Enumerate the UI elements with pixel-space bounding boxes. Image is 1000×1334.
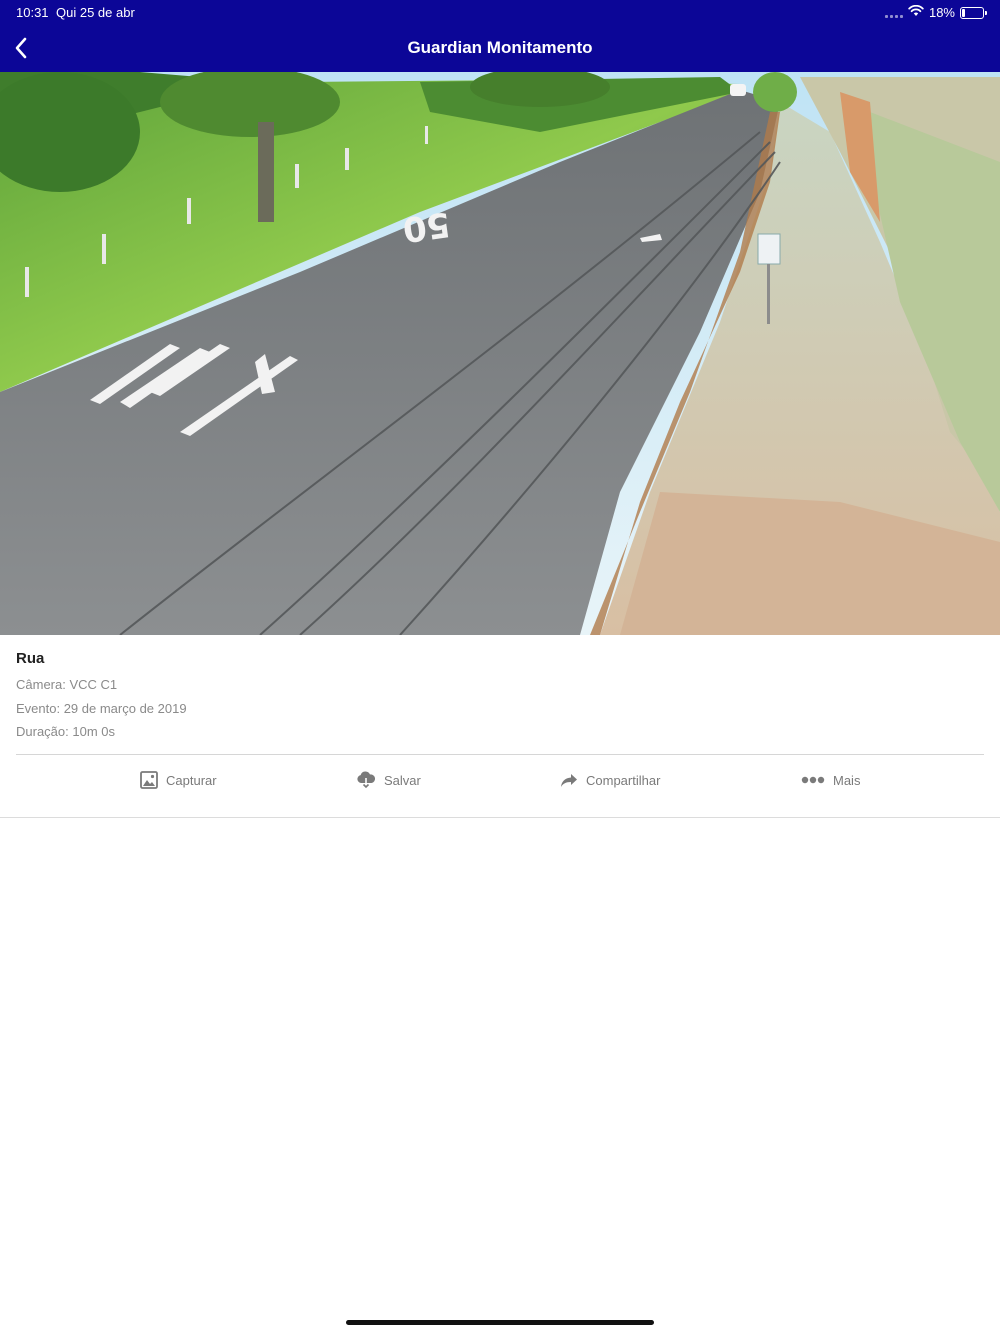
status-bar: 10:31 Qui 25 de abr 18%: [16, 4, 987, 21]
street-camera-image: 50: [0, 72, 1000, 635]
event-title: Rua: [16, 650, 45, 667]
event-info: Rua Câmera: VCC C1 Evento: 29 de março d…: [16, 650, 984, 741]
page-title: Guardian Monitamento: [407, 38, 593, 57]
cellular-signal-icon: [884, 8, 903, 18]
camera-label: Câmera: VCC C1: [16, 677, 118, 692]
status-date: Qui 25 de abr: [56, 5, 135, 20]
more-label: Mais: [833, 772, 861, 788]
home-indicator[interactable]: [346, 1320, 654, 1325]
share-label: Compartilhar: [586, 772, 661, 788]
road-marking-text: 50: [400, 203, 452, 249]
wifi-icon: [908, 4, 924, 20]
status-right: 18%: [884, 4, 987, 20]
more-dots-icon: [801, 775, 825, 785]
more-button[interactable]: Mais: [801, 766, 860, 794]
header-bar: 10:31 Qui 25 de abr 18% Guardian Monitam…: [0, 0, 1000, 72]
battery-icon: [960, 6, 987, 19]
camera-video-frame[interactable]: 50: [0, 72, 1000, 635]
divider: [16, 754, 984, 755]
capture-label: Capturar: [166, 772, 217, 788]
save-button[interactable]: Salvar: [356, 766, 421, 794]
cloud-download-icon: [356, 771, 376, 789]
status-time: 10:31: [16, 5, 49, 20]
share-button[interactable]: Compartilhar: [560, 766, 660, 794]
divider: [0, 817, 1000, 818]
battery-percent: 18%: [928, 5, 955, 20]
navigation-bar: Guardian Monitamento: [0, 30, 1000, 66]
action-toolbar: Capturar Salvar Compartilhar Mais: [0, 766, 1000, 794]
save-label: Salvar: [384, 772, 421, 788]
event-date: Evento: 29 de março de 2019: [16, 700, 187, 716]
capture-button[interactable]: Capturar: [140, 766, 217, 794]
image-icon: [140, 771, 158, 789]
share-arrow-icon: [560, 772, 578, 788]
event-duration: Duração: 10m 0s: [16, 724, 115, 739]
